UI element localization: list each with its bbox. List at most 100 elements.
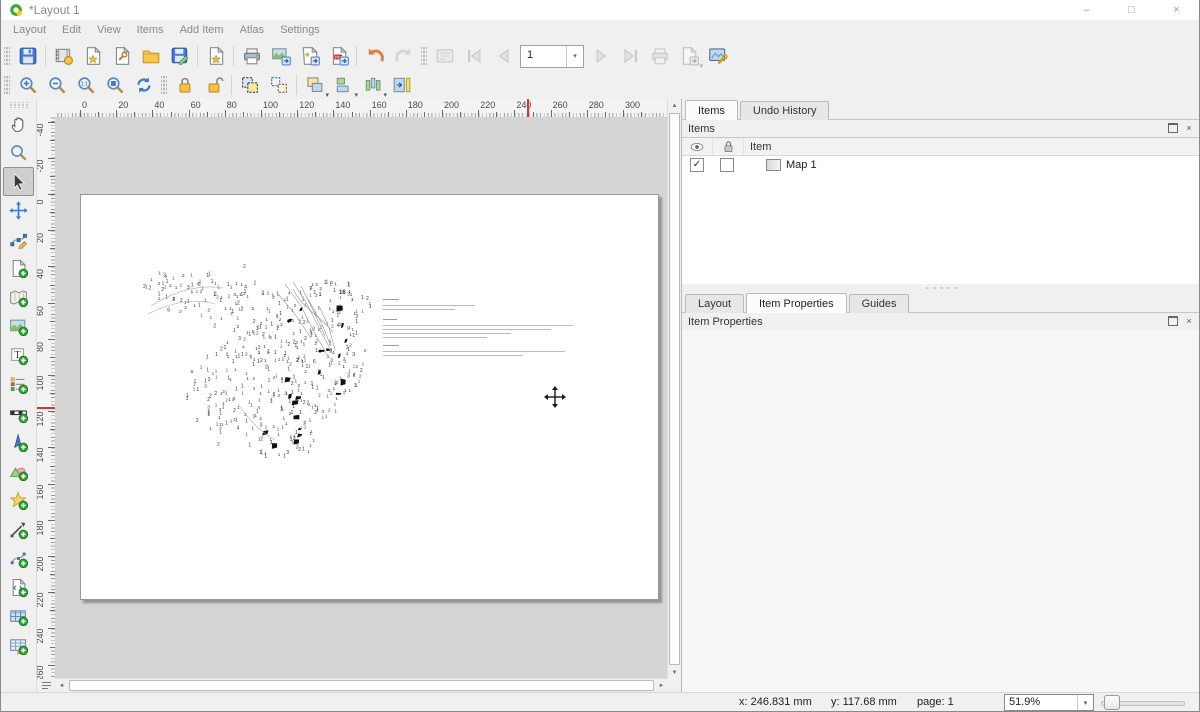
atlas-page-spinbox[interactable]: 1▾ xyxy=(520,45,584,68)
toolbar-drag-handle[interactable] xyxy=(10,102,28,108)
select-move-item[interactable] xyxy=(3,167,34,196)
previous-feature[interactable] xyxy=(488,42,517,70)
toolbar-drag-handle[interactable] xyxy=(421,47,427,65)
zoom-100[interactable]: 1:1 xyxy=(71,71,100,99)
add-page[interactable] xyxy=(3,254,34,283)
save-project[interactable] xyxy=(13,42,42,70)
add-node-item[interactable] xyxy=(3,544,34,573)
unlock-all-items[interactable] xyxy=(199,71,228,99)
align-selected-items[interactable]: ▾ xyxy=(329,71,358,99)
canvas-horizontal-scrollbar[interactable]: ◄ ► xyxy=(55,678,668,692)
zoom-full[interactable] xyxy=(100,71,129,99)
zoom-in[interactable] xyxy=(13,71,42,99)
layout-viewport[interactable]: 1261212112111311211111112111131111131111… xyxy=(55,117,668,679)
add-arrow[interactable] xyxy=(3,515,34,544)
map-item-map1[interactable]: 1261212112111311211111112111131111131111… xyxy=(143,254,371,458)
panel-splitter[interactable] xyxy=(682,284,1199,292)
add-picture[interactable] xyxy=(3,312,34,341)
first-feature[interactable] xyxy=(459,42,488,70)
ungroup-items[interactable] xyxy=(264,71,293,99)
raise-selected-items[interactable]: ▾ xyxy=(300,71,329,99)
visibility-checkbox[interactable]: ✓ xyxy=(690,158,704,172)
toolbar-drag-handle[interactable] xyxy=(4,76,10,94)
edit-nodes-item[interactable] xyxy=(3,225,34,254)
undo[interactable] xyxy=(360,42,389,70)
distribute-selected-items[interactable]: ▾ xyxy=(358,71,387,99)
pan-layout[interactable] xyxy=(3,109,34,138)
add-html[interactable] xyxy=(3,573,34,602)
add-label[interactable]: T xyxy=(3,341,34,370)
new-layout[interactable] xyxy=(78,42,107,70)
last-feature[interactable] xyxy=(616,42,645,70)
menu-edit[interactable]: Edit xyxy=(54,22,89,38)
group-items[interactable] xyxy=(235,71,264,99)
scroll-down-icon[interactable]: ▼ xyxy=(668,666,681,679)
zoom-out[interactable] xyxy=(42,71,71,99)
tab-guides[interactable]: Guides xyxy=(849,294,910,313)
minimize-button[interactable]: – xyxy=(1064,0,1109,20)
tab-item-properties[interactable]: Item Properties xyxy=(746,293,847,313)
items-tree-row[interactable]: ✓Map 1 xyxy=(682,156,1199,174)
close-button[interactable]: × xyxy=(1154,0,1199,20)
atlas-settings[interactable] xyxy=(703,42,732,70)
scroll-right-icon[interactable]: ► xyxy=(655,679,668,692)
float-panel-icon[interactable] xyxy=(1167,316,1179,327)
maximize-button[interactable]: □ xyxy=(1109,0,1154,20)
canvas-vertical-scrollbar[interactable]: ▲ ▼ xyxy=(667,99,681,679)
toolbar-drag-handle[interactable] xyxy=(4,47,10,65)
save-as-template[interactable] xyxy=(165,42,194,70)
duplicate-layout[interactable] xyxy=(107,42,136,70)
export-as-pdf[interactable]: PDF xyxy=(324,42,353,70)
chevron-down-icon[interactable]: ▾ xyxy=(566,46,583,67)
layout-manager[interactable] xyxy=(49,42,78,70)
resize-selected-items[interactable] xyxy=(387,71,416,99)
add-marker[interactable] xyxy=(3,486,34,515)
h-scroll-thumb[interactable] xyxy=(69,680,654,691)
zoom-slider-thumb[interactable] xyxy=(1104,695,1120,710)
add-fixed-table[interactable] xyxy=(3,631,34,660)
export-atlas[interactable]: ▾ xyxy=(674,42,703,70)
menu-view[interactable]: View xyxy=(89,22,129,38)
add-pages[interactable] xyxy=(201,42,230,70)
lock-checkbox[interactable] xyxy=(720,158,734,172)
toolbar-drag-handle[interactable] xyxy=(161,76,167,94)
add-items-from-template[interactable] xyxy=(136,42,165,70)
tab-undo-history[interactable]: Undo History xyxy=(740,101,830,120)
menu-items[interactable]: Items xyxy=(129,22,172,38)
label-item-text[interactable] xyxy=(383,299,575,357)
ruler-options-icon[interactable] xyxy=(37,679,55,692)
add-attribute-table[interactable] xyxy=(3,602,34,631)
tab-items[interactable]: Items xyxy=(685,100,738,120)
add-shape[interactable] xyxy=(3,457,34,486)
menu-settings[interactable]: Settings xyxy=(272,22,328,38)
add-legend[interactable] xyxy=(3,370,34,399)
scroll-left-icon[interactable]: ◄ xyxy=(55,679,68,692)
redo[interactable] xyxy=(389,42,418,70)
export-as-image[interactable] xyxy=(266,42,295,70)
refresh-view[interactable] xyxy=(129,71,158,99)
close-panel-icon[interactable]: × xyxy=(1183,123,1195,134)
preview-atlas[interactable] xyxy=(430,42,459,70)
scroll-up-icon[interactable]: ▲ xyxy=(668,99,681,112)
lock-selected-items[interactable] xyxy=(170,71,199,99)
next-feature[interactable] xyxy=(587,42,616,70)
menu-add-item[interactable]: Add Item xyxy=(172,22,232,38)
print-layout[interactable] xyxy=(237,42,266,70)
zoom-tool[interactable] xyxy=(3,138,34,167)
tab-layout[interactable]: Layout xyxy=(685,294,744,313)
menu-layout[interactable]: Layout xyxy=(5,22,54,38)
zoom-level-combobox[interactable]: 51.9% ▾ xyxy=(1004,694,1094,711)
add-scalebar[interactable] xyxy=(3,399,34,428)
v-scroll-thumb[interactable] xyxy=(669,113,680,665)
chevron-down-icon[interactable]: ▾ xyxy=(1077,695,1093,710)
layout-page[interactable]: 1261212112111311211111112111131111131111… xyxy=(80,194,659,600)
close-panel-icon[interactable]: × xyxy=(1183,316,1195,327)
add-map[interactable] xyxy=(3,283,34,312)
print-atlas[interactable] xyxy=(645,42,674,70)
move-item-content[interactable] xyxy=(3,196,34,225)
zoom-slider[interactable] xyxy=(1101,695,1189,708)
float-panel-icon[interactable] xyxy=(1167,123,1179,134)
add-north-arrow[interactable] xyxy=(3,428,34,457)
export-as-svg[interactable]: * xyxy=(295,42,324,70)
menu-atlas[interactable]: Atlas xyxy=(232,22,272,38)
